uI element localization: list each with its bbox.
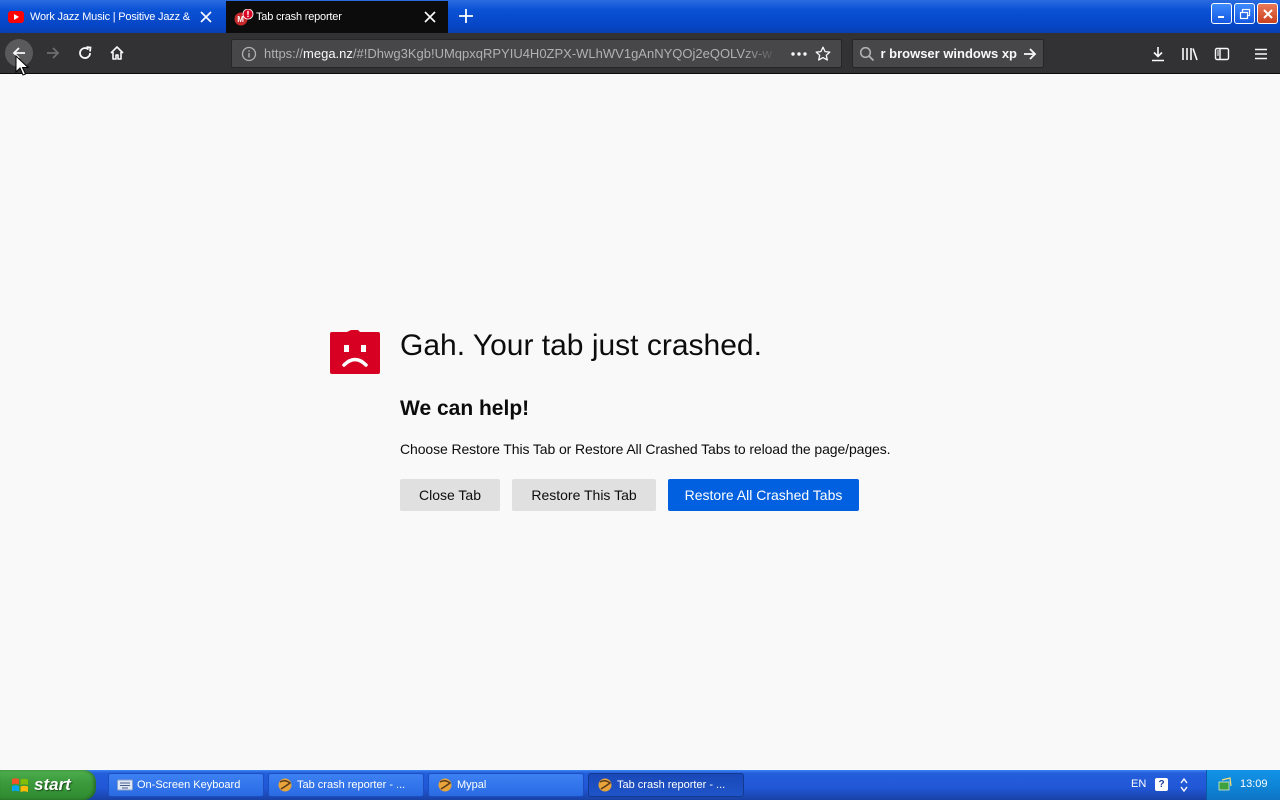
taskbar-item-tab-crash-reporter-active[interactable]: Tab crash reporter - ...: [588, 773, 744, 797]
url-host: mega.nz: [303, 46, 353, 61]
taskbar-item-tab-crash-reporter[interactable]: Tab crash reporter - ...: [268, 773, 424, 797]
search-go-icon[interactable]: [1017, 46, 1043, 62]
downloads-icon[interactable]: [1147, 43, 1169, 65]
taskbar-item-label: Tab crash reporter - ...: [297, 779, 406, 791]
network-icon[interactable]: [1217, 777, 1233, 793]
tray-arrows-icon[interactable]: [1178, 776, 1190, 794]
system-tray: 13:09: [1206, 770, 1280, 800]
reload-button[interactable]: [71, 39, 99, 67]
search-bar[interactable]: er browser windows xp: [852, 39, 1044, 68]
youtube-icon: [8, 9, 24, 25]
browser-icon: [437, 777, 453, 793]
crash-page: Gah. Your tab just crashed. We can help!…: [0, 74, 1280, 770]
close-tab-icon[interactable]: [422, 9, 438, 25]
taskbar-item-label: Tab crash reporter - ...: [617, 779, 726, 791]
library-icon[interactable]: [1179, 43, 1201, 65]
url-text[interactable]: https://mega.nz/#!Dhwg3Kgb!UMqpxqRPYIU4H…: [264, 46, 779, 61]
close-tab-button[interactable]: Close Tab: [400, 479, 500, 511]
crashed-mega-icon: M: [234, 8, 254, 26]
restore-this-tab-button[interactable]: Restore This Tab: [512, 479, 656, 511]
tab-strip: Work Jazz Music | Positive Jazz & M Tab …: [0, 0, 1280, 33]
start-button[interactable]: start: [0, 770, 96, 800]
taskbar-item-label: Mypal: [457, 779, 487, 791]
windows-flag-icon: [11, 776, 29, 794]
site-info-icon[interactable]: [240, 45, 258, 63]
language-indicator[interactable]: EN: [1131, 778, 1146, 790]
browser-icon: [277, 777, 293, 793]
new-tab-icon[interactable]: [456, 6, 476, 26]
tab-label: Work Jazz Music | Positive Jazz &: [30, 11, 190, 23]
restore-all-crashed-tabs-button[interactable]: Restore All Crashed Tabs: [668, 479, 859, 511]
page-actions-icon[interactable]: [787, 43, 811, 65]
start-label: start: [34, 775, 71, 794]
hamburger-menu-icon[interactable]: [1250, 43, 1272, 65]
minimize-button[interactable]: [1211, 3, 1232, 24]
restore-window-button[interactable]: [1234, 3, 1255, 24]
taskbar: start On-Screen Keyboard Tab crash repor…: [0, 770, 1280, 800]
taskbar-item-on-screen-keyboard[interactable]: On-Screen Keyboard: [108, 773, 264, 797]
sidebar-icon[interactable]: [1211, 43, 1233, 65]
crash-subtitle: We can help!: [400, 397, 530, 420]
crash-title: Gah. Your tab just crashed.: [400, 329, 762, 362]
url-path: /#!Dhwg3Kgb!UMqpxqRPYIU4H0ZPX-WLhWV1gAnN…: [352, 46, 772, 61]
back-button[interactable]: [5, 39, 33, 67]
tab-youtube[interactable]: Work Jazz Music | Positive Jazz &: [0, 1, 224, 33]
sad-tab-icon: [330, 330, 380, 374]
search-icon: [859, 46, 881, 62]
help-icon[interactable]: ?: [1155, 778, 1168, 791]
crash-description: Choose Restore This Tab or Restore All C…: [400, 441, 891, 457]
search-input[interactable]: er browser windows xp: [881, 46, 1017, 61]
tab-label: Tab crash reporter: [256, 11, 342, 23]
taskbar-item-label: On-Screen Keyboard: [137, 779, 241, 791]
browser-icon: [597, 777, 613, 793]
forward-button[interactable]: [39, 39, 67, 67]
close-window-button[interactable]: [1257, 3, 1278, 24]
keyboard-icon: [117, 777, 133, 793]
bookmark-star-icon[interactable]: [811, 43, 835, 65]
tab-crash-reporter[interactable]: M Tab crash reporter: [226, 1, 448, 33]
close-tab-icon[interactable]: [198, 9, 214, 25]
taskbar-item-mypal[interactable]: Mypal: [428, 773, 584, 797]
address-bar[interactable]: https://mega.nz/#!Dhwg3Kgb!UMqpxqRPYIU4H…: [231, 39, 842, 68]
home-button[interactable]: [103, 39, 131, 67]
clock: 13:09: [1240, 778, 1268, 790]
navigation-toolbar: https://mega.nz/#!Dhwg3Kgb!UMqpxqRPYIU4H…: [0, 33, 1280, 74]
svg-text:M: M: [237, 15, 244, 24]
url-scheme: https://: [264, 46, 304, 61]
